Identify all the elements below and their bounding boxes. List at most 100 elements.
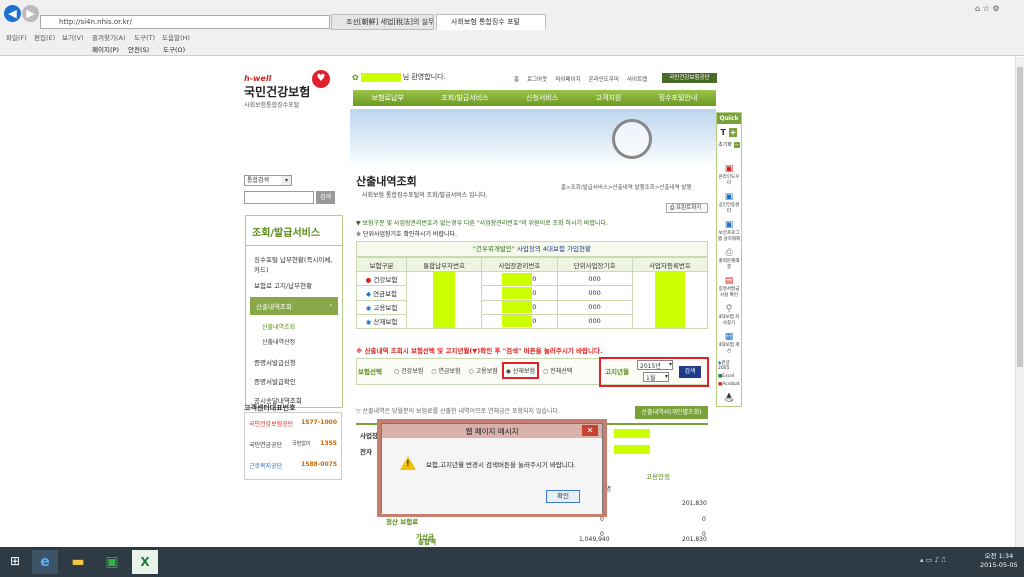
sidebar-item-calc-inquiry[interactable]: 산출내역조회 › [250,297,338,315]
back-button[interactable]: ◀ [4,5,21,22]
excel-icon[interactable]: X [132,550,158,574]
tab-2[interactable]: 사회보험 통합징수 포털 [436,14,546,30]
menu-tools[interactable]: 도구(T) [134,32,155,42]
printer-icon: ⎙ [725,248,733,258]
contact-box: 국민건강보험공단 1577-1000 국민연금공단 국번없이 1355 근로복지공단 1… [244,412,342,480]
toolbar-tools[interactable]: 도구(O) [163,44,185,54]
year-select[interactable]: 2015년 ▾ [637,360,673,370]
radio-health[interactable]: ○ 건강보험 [394,366,423,375]
menu-view[interactable]: 보기(V) [62,32,83,42]
sidebar-item-cert-check[interactable]: 증명서발급확인 [246,370,342,389]
col-unit-code: 단위사업장기호 [556,257,633,272]
mgmt-cell: 0 [481,299,558,315]
scrollbar-thumb[interactable] [1017,67,1023,367]
address-bar[interactable]: http://si4n.nhis.or.kr/ [40,15,330,29]
top-button[interactable]: ▲ TOP [717,387,741,404]
contact-name: 국민연금공단 [249,442,283,449]
forward-button[interactable]: ▶ [22,5,39,22]
amount-b: 201,830 [682,500,707,507]
dialog-titlebar: 웹 페이지 메시지 ✕ [382,424,602,438]
sidebar-item-payment-status[interactable]: 징수포털 납부현황(즉시이체, 카드) [246,246,342,277]
result-row-label: 사업장 [360,432,378,440]
dialog-body: ! 보험,고지년월 변경시 검색버튼을 눌러주시기 바랍니다. 확인 [382,438,602,514]
site-logo[interactable]: h-well 국민건강보험 사회보험통합징수포털 ♥ [244,70,344,114]
mgmt-masked [502,286,533,299]
search-input[interactable] [244,191,314,204]
certificate-icon: ▣ [724,192,734,202]
plus-icon[interactable]: + [728,128,738,137]
menu-help[interactable]: 도움말(H) [162,32,190,42]
quick-item[interactable]: ⎙ 출력문제해결 [717,242,741,270]
ie-icon[interactable]: e [32,550,58,574]
row-type: ● 건강보험 [356,270,407,287]
reset-control[interactable]: 초기화 − [717,141,741,148]
nav-support[interactable]: 고객지원 [596,93,622,103]
radio-employment[interactable]: ○ 고용보험 [469,366,498,375]
sidebar-subitem-inquiry[interactable]: 산출내역조회 [246,319,342,334]
nav-inquiry[interactable]: 조회/발급서비스 [441,93,488,103]
tab-1[interactable]: 조선[朝鮮] 세법[稅法]의 실무... [331,14,434,30]
search-button[interactable]: 검색 [316,191,335,204]
row-type-label: 산재보험 [373,318,398,327]
quick-item[interactable]: ⚲ 4대보험 지사찾기 [717,298,741,326]
start-button[interactable]: ⊞ [4,554,26,570]
radio-all[interactable]: ○ 전체선택 [543,366,572,375]
radio-label: 연금보험 [438,368,461,375]
clock[interactable]: 오전 1:34 2015-05-05 [980,552,1018,570]
quick-item[interactable]: ▦ 4대보험 계산 [717,326,741,354]
quick-item[interactable]: ▣ 온라인도우미 [717,148,741,186]
download-hwp[interactable]: ◆한글2005 [717,354,741,371]
notice-2: ※ 단위사업장기호 확인하시기 바랍니다. [356,231,457,238]
dialog-ok-button[interactable]: 확인 [546,490,580,503]
caption-quote: "건우위개발인" [472,245,515,253]
month-select[interactable]: 1월 ▾ [643,372,669,382]
sidebar-subitem-calc[interactable]: 산출내역산정 [246,334,342,349]
link-sitemap[interactable]: 사이트맵 [627,75,647,83]
search-select[interactable]: 통합검색 ▾ [244,175,292,186]
accident-icon: ◉ [365,318,372,327]
link-home[interactable]: 홈 [514,75,519,83]
sidebar-item-cert-apply[interactable]: 증명서발급신청 [246,349,342,370]
col-payer-no: 통합납부자번호 [405,257,483,272]
nav-portal-info[interactable]: 징수포털안내 [659,93,698,103]
download-acrobat[interactable]: ■Acrobat [717,379,741,387]
search-submit-button[interactable]: 검색 [679,366,701,378]
menu-file[interactable]: 파일(F) [6,32,27,42]
menu-favorites[interactable]: 즐겨찾기(A) [92,32,125,42]
print-button[interactable]: ⎙ 프린트하기 [666,203,708,213]
close-icon[interactable]: ✕ [582,425,598,436]
minus-icon: − [733,142,740,148]
menu-edit[interactable]: 편집(E) [34,32,55,42]
link-helper[interactable]: 온라인도우미 [589,75,619,83]
radio-accident[interactable]: ◉ 산재보험 [501,362,540,379]
radio-pension[interactable]: ○ 연금보험 [431,366,460,375]
quick-item[interactable]: ▣ 보안프로그램 설치해제 [717,214,741,242]
mgmt-value: 0 [532,303,537,312]
link-logout[interactable]: 로그아웃 [527,75,547,83]
total-label: 총합액 [418,538,436,546]
nav-payment[interactable]: 보험료납부 [372,93,404,103]
agency-link[interactable]: 국민건강보험공단 [662,73,717,83]
heart-icon: ♥ [312,70,330,88]
unit-cell: 000 [556,270,633,287]
toolbar-safety[interactable]: 안전(S) [128,44,149,54]
toolbar-page[interactable]: 페이지(P) [92,44,119,54]
quick-item[interactable]: ▤ 증명서발급사실 확인 [717,270,741,298]
font-size-control[interactable]: T + [717,124,741,141]
user-name-masked [360,72,401,82]
quick-item[interactable]: ▣ 공인인증센터 [717,186,741,214]
sidebar-item-notice-status[interactable]: 보험료 고지/납부현황 [246,277,342,293]
tray-icons: ▴ ▭ ♪ ⎍ [920,556,947,564]
link-mypage[interactable]: 마이페이지 [555,75,580,83]
explorer-icon[interactable]: ▬ [65,550,91,574]
nav-application[interactable]: 신청서비스 [526,93,558,103]
info-text: ▽ 산출내역은 당월분의 보험료를 산출한 내역이므로 연체금은 포함되지 않습… [356,408,560,415]
store-icon[interactable]: ▣ [99,550,125,574]
page-title: 산출내역조회 [356,175,417,188]
contact-phone: 1577-1000 [301,419,337,426]
mgmt-masked [502,315,533,328]
mgmt-value: 0 [532,317,537,326]
detail-report-button[interactable]: 산출내역서(개인별조회) [635,406,708,419]
vertical-scrollbar[interactable] [1015,57,1024,547]
download-excel[interactable]: ■Excel [717,371,741,379]
